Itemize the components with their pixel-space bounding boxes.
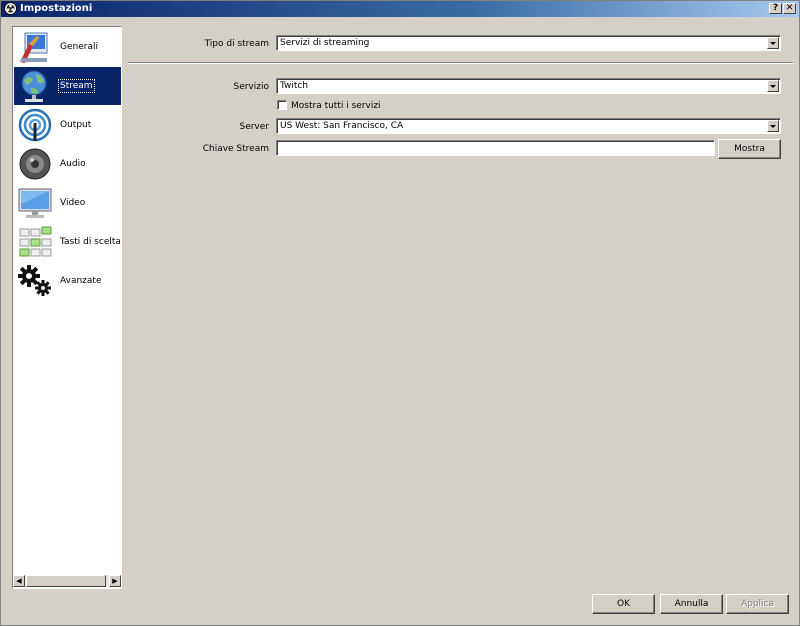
stream-type-value: Servizi di streaming <box>280 38 370 48</box>
obs-logo-icon <box>4 2 17 15</box>
show-all-services-checkbox[interactable] <box>277 100 287 110</box>
stream-type-label: Tipo di stream <box>204 39 269 49</box>
sidebar-item-stream[interactable]: Stream <box>14 67 121 105</box>
server-value: US West: San Francisco, CA <box>280 121 404 131</box>
chevron-down-icon[interactable] <box>767 120 779 132</box>
stream-type-dropdown[interactable]: Servizi di streaming <box>276 35 781 51</box>
monitor-icon <box>18 188 52 218</box>
sidebar-item-label: Video <box>60 198 86 208</box>
service-value: Twitch <box>280 81 309 91</box>
broadcast-antenna-icon <box>18 108 52 142</box>
service-label: Servizio <box>233 82 269 92</box>
sidebar-item-output[interactable]: Output <box>14 106 121 144</box>
show-all-services-label[interactable]: Mostra tutti i servizi <box>291 101 381 111</box>
sidebar-item-label: Generali <box>60 42 98 52</box>
service-dropdown[interactable]: Twitch <box>276 78 781 94</box>
gears-icon <box>18 265 51 296</box>
help-button[interactable]: ? <box>769 3 782 14</box>
speaker-icon <box>19 148 51 180</box>
section-divider <box>128 62 793 64</box>
stream-key-input[interactable] <box>276 140 715 156</box>
sidebar-item-label: Output <box>60 120 92 130</box>
chevron-down-icon[interactable] <box>767 80 779 92</box>
keyboard-shortcuts-icon <box>19 226 52 257</box>
sidebar-item-label: Tasti di scelta ra <box>60 237 121 247</box>
globe-network-icon <box>21 70 47 102</box>
close-button[interactable]: ✕ <box>783 3 796 14</box>
settings-category-list[interactable]: Generali Stream Output Audio Video Tasti… <box>12 26 122 589</box>
show-key-button[interactable]: Mostra <box>718 139 781 159</box>
stream-key-label: Chiave Stream <box>202 144 269 154</box>
server-label: Server <box>239 122 269 132</box>
sidebar-item-video[interactable]: Video <box>14 184 121 222</box>
sidebar-item-tasti-di-scelta-rapida[interactable]: Tasti di scelta ra <box>14 223 121 261</box>
ok-button[interactable]: OK <box>592 594 655 614</box>
apply-button[interactable]: Applica <box>726 594 789 614</box>
cancel-button[interactable]: Annulla <box>660 594 723 614</box>
scroll-left-arrow-icon[interactable]: ◀ <box>13 575 25 587</box>
scroll-right-arrow-icon[interactable]: ▶ <box>109 575 121 587</box>
general-settings-icon <box>20 32 48 63</box>
sidebar-item-label: Audio <box>60 159 86 169</box>
settings-window: Impostazioni ? ✕ Generali Stream Output … <box>0 0 800 626</box>
chevron-down-icon[interactable] <box>767 37 779 49</box>
sidebar-item-generali[interactable]: Generali <box>14 28 121 66</box>
scroll-thumb[interactable] <box>26 575 106 587</box>
sidebar-item-label: Stream <box>58 79 95 93</box>
server-dropdown[interactable]: US West: San Francisco, CA <box>276 118 781 134</box>
sidebar-item-audio[interactable]: Audio <box>14 145 121 183</box>
sidebar-item-avanzate[interactable]: Avanzate <box>14 262 121 300</box>
sidebar-horizontal-scrollbar[interactable]: ◀ ▶ <box>13 575 121 587</box>
title-bar[interactable]: Impostazioni ? ✕ <box>1 1 799 17</box>
window-title: Impostazioni <box>20 3 93 14</box>
sidebar-item-label: Avanzate <box>60 276 102 286</box>
